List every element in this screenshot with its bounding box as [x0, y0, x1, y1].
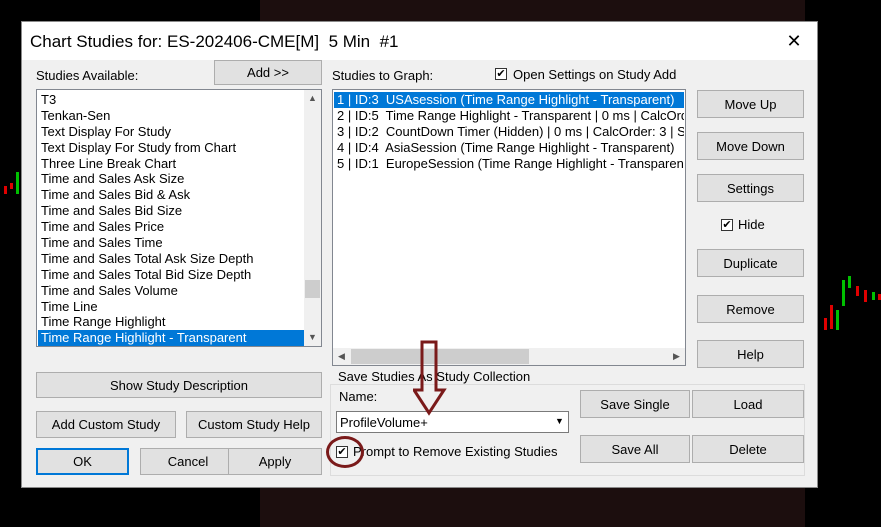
title-bar: Chart Studies for: ES-202406-CME[M] 5 Mi… [22, 22, 817, 60]
cancel-button[interactable]: Cancel [140, 448, 236, 475]
available-study-item[interactable]: Time Line [38, 299, 305, 315]
move-up-button[interactable]: Move Up [697, 90, 804, 118]
hide-label: Hide [738, 217, 765, 232]
graph-study-item[interactable]: 4 | ID:4 AsiaSession (Time Range Highlig… [334, 140, 684, 156]
available-study-item[interactable]: Time and Sales Total Bid Size Depth [38, 267, 305, 283]
close-icon[interactable]: ✕ [771, 22, 817, 60]
scroll-right-icon[interactable]: ▶ [668, 348, 685, 365]
available-study-item[interactable]: Time and Sales Volume [38, 283, 305, 299]
studies-available-list[interactable]: T3 Tenkan-Sen Text Display For Study Text D… [36, 89, 322, 347]
available-study-item[interactable]: Time and Sales Time [38, 235, 305, 251]
graph-study-item[interactable]: 2 | ID:5 Time Range Highlight - Transpar… [334, 108, 684, 124]
save-all-button[interactable]: Save All [580, 435, 690, 463]
collection-name-label: Name: [339, 389, 378, 404]
graph-hscrollbar[interactable]: ◀ ▶ [333, 348, 685, 365]
available-study-item[interactable]: Text Display For Study [38, 124, 305, 140]
add-custom-study-button[interactable]: Add Custom Study [36, 411, 176, 438]
duplicate-button[interactable]: Duplicate [697, 249, 804, 277]
ok-button[interactable]: OK [36, 448, 129, 475]
help-button[interactable]: Help [697, 340, 804, 368]
open-settings-label: Open Settings on Study Add [513, 67, 677, 82]
available-study-item[interactable]: Text Display For Study from Chart [38, 140, 305, 156]
apply-button[interactable]: Apply [228, 448, 322, 475]
save-single-button[interactable]: Save Single [580, 390, 690, 418]
available-study-item[interactable]: Time and Sales Total Ask Size Depth [38, 251, 305, 267]
graph-study-item[interactable]: 1 | ID:3 USAsession (Time Range Highligh… [334, 92, 684, 108]
move-down-button[interactable]: Move Down [697, 132, 804, 160]
graph-study-item[interactable]: 5 | ID:1 EuropeSession (Time Range Highl… [334, 156, 684, 172]
collection-name-value: ProfileVolume+ [340, 415, 428, 430]
chevron-down-icon[interactable]: ▼ [551, 412, 568, 432]
load-button[interactable]: Load [692, 390, 804, 418]
available-study-item[interactable]: Time and Sales Price [38, 219, 305, 235]
studies-to-graph-label: Studies to Graph: [332, 68, 434, 83]
studies-available-label: Studies Available: [36, 68, 139, 83]
available-study-item[interactable]: Time and Sales Ask Size [38, 171, 305, 187]
available-study-item[interactable]: Three Line Break Chart [38, 156, 305, 172]
hide-checkbox[interactable]: ✔ [721, 219, 733, 231]
available-study-item[interactable]: Time Range Highlight - Transparent [38, 330, 305, 346]
open-settings-checkbox[interactable]: ✔ [495, 68, 507, 80]
dialog-title: Chart Studies for: ES-202406-CME[M] 5 Mi… [30, 32, 399, 51]
available-study-item[interactable]: Time and Sales Bid Size [38, 203, 305, 219]
available-study-item[interactable]: Time and Sales Bid & Ask [38, 187, 305, 203]
graph-study-item[interactable]: 3 | ID:2 CountDown Timer (Hidden) | 0 ms… [334, 124, 684, 140]
prompt-remove-label: Prompt to Remove Existing Studies [353, 444, 558, 459]
scroll-left-icon[interactable]: ◀ [333, 348, 350, 365]
show-study-description-button[interactable]: Show Study Description [36, 372, 322, 398]
studies-to-graph-list[interactable]: 1 | ID:3 USAsession (Time Range Highligh… [332, 89, 686, 366]
scroll-down-icon[interactable]: ▼ [304, 329, 321, 346]
annotation-circle [326, 436, 364, 468]
available-study-item[interactable]: Time Range Highlight [38, 314, 305, 330]
scroll-thumb[interactable] [305, 280, 320, 298]
custom-study-help-button[interactable]: Custom Study Help [186, 411, 322, 438]
scroll-up-icon[interactable]: ▲ [304, 90, 321, 107]
available-study-item[interactable]: Tenkan-Sen [38, 108, 305, 124]
add-study-button[interactable]: Add >> [214, 60, 322, 85]
delete-button[interactable]: Delete [692, 435, 804, 463]
available-scrollbar[interactable]: ▲ ▼ [304, 90, 321, 346]
remove-button[interactable]: Remove [697, 295, 804, 323]
collection-name-combo[interactable]: ProfileVolume+ ▼ [336, 411, 569, 433]
available-study-item[interactable]: T3 [38, 92, 305, 108]
settings-button[interactable]: Settings [697, 174, 804, 202]
chart-studies-dialog: Chart Studies for: ES-202406-CME[M] 5 Mi… [21, 21, 818, 488]
annotation-arrow-icon [413, 340, 447, 416]
